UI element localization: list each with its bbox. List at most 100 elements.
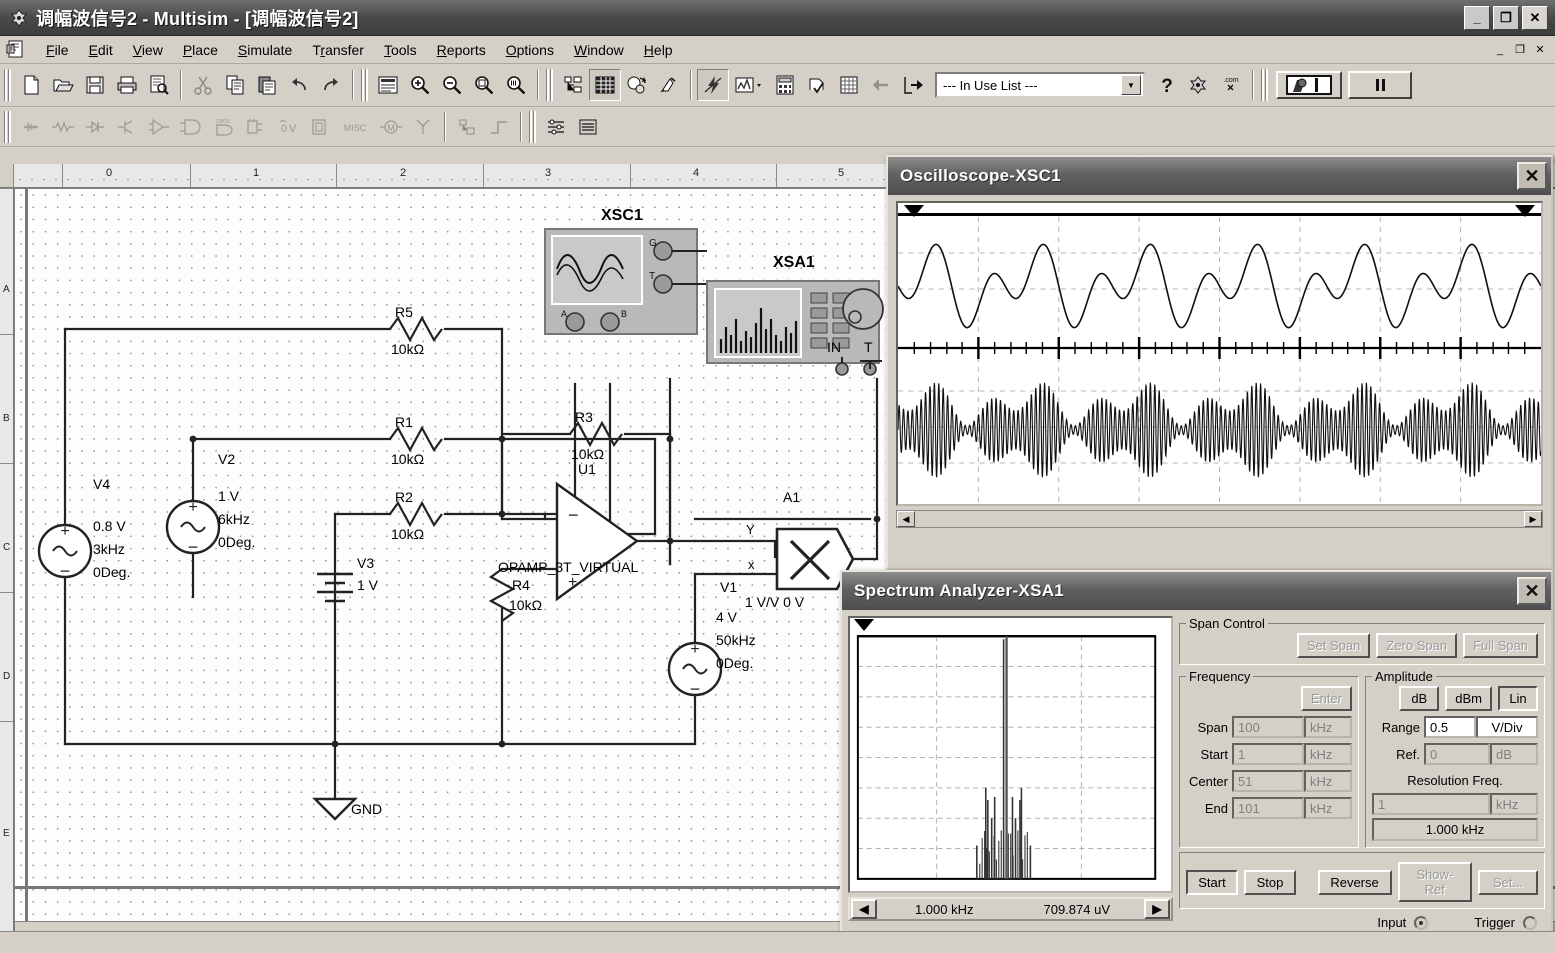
run-simulation-icon[interactable] — [1276, 71, 1342, 99]
scroll-left-icon[interactable]: ◀ — [897, 511, 915, 527]
ref-input[interactable]: 0 — [1424, 743, 1490, 765]
menu-help[interactable]: Help — [634, 39, 683, 61]
resolution-input[interactable]: 1 — [1372, 793, 1490, 815]
cursor-marker-left-icon[interactable] — [904, 205, 924, 217]
indicator-icon[interactable] — [303, 111, 335, 143]
transistor-icon[interactable] — [111, 111, 143, 143]
mixed-icon[interactable]: 0V — [271, 111, 303, 143]
set-span-button[interactable]: Set Span — [1297, 633, 1371, 658]
document-icon[interactable] — [4, 39, 28, 61]
menu-tools[interactable]: Tools — [374, 39, 427, 61]
mdi-close-button[interactable]: ✕ — [1531, 42, 1549, 58]
menu-window[interactable]: Window — [564, 39, 634, 61]
basic-icon[interactable] — [47, 111, 79, 143]
scroll-right-icon[interactable]: ▶ — [1524, 511, 1542, 527]
chevron-down-icon[interactable]: ▼ — [1121, 75, 1141, 95]
minimize-button[interactable]: _ — [1464, 6, 1490, 30]
grapher-icon[interactable] — [729, 69, 769, 101]
run-simulate-icon[interactable] — [697, 69, 729, 101]
readout-prev-icon[interactable]: ◀ — [851, 899, 877, 919]
zoom-fit-icon[interactable] — [500, 69, 532, 101]
cmos-icon[interactable]: CMOS — [207, 111, 239, 143]
readout-next-icon[interactable]: ▶ — [1144, 899, 1170, 919]
database-icon[interactable] — [621, 69, 653, 101]
undo-icon[interactable] — [283, 69, 315, 101]
design-toolbox-icon[interactable] — [557, 69, 589, 101]
instruments-panel-icon[interactable] — [572, 111, 604, 143]
capture-screen-area-icon[interactable] — [833, 69, 865, 101]
in-use-list-combo[interactable]: --- In Use List --- ▼ — [935, 72, 1145, 98]
spectrum-analyzer-window[interactable]: Spectrum Analyzer-XSA1 ✕ — [840, 570, 1553, 945]
menu-transfer[interactable]: Transfer — [302, 39, 374, 61]
range-input[interactable]: 0.5 — [1424, 716, 1476, 738]
oscilloscope-scrollbar[interactable]: ◀ ▶ — [896, 510, 1543, 528]
rf-icon[interactable] — [407, 111, 439, 143]
spectrum-close-icon[interactable]: ✕ — [1517, 577, 1547, 605]
menu-reports[interactable]: Reports — [427, 39, 496, 61]
in-use-list-icon[interactable] — [653, 69, 685, 101]
menu-file[interactable]: File — [36, 39, 79, 61]
toolbar-grip[interactable] — [4, 69, 11, 101]
spectrum-screen[interactable] — [848, 616, 1173, 893]
ttl-icon[interactable] — [175, 111, 207, 143]
electrical-rules-check-icon[interactable] — [801, 69, 833, 101]
input-terminal-icon[interactable] — [1414, 916, 1428, 930]
menu-simulate[interactable]: Simulate — [228, 39, 302, 61]
restore-button[interactable]: ❐ — [1493, 6, 1519, 30]
source-icon[interactable] — [15, 111, 47, 143]
diode-icon[interactable] — [79, 111, 111, 143]
instruments-list-icon[interactable] — [540, 111, 572, 143]
menu-edit[interactable]: Edit — [79, 39, 123, 61]
end-input[interactable]: 101 — [1232, 797, 1304, 819]
cursor-marker-right-icon[interactable] — [1515, 205, 1535, 217]
electromech-icon[interactable] — [451, 111, 483, 143]
zoom-out-icon[interactable] — [436, 69, 468, 101]
toolbar-grip[interactable] — [361, 69, 368, 101]
toolbar-grip[interactable] — [529, 111, 536, 143]
menu-place[interactable]: Place — [173, 39, 228, 61]
com-icon[interactable]: .com — [1215, 69, 1247, 101]
cut-icon[interactable] — [187, 69, 219, 101]
reverse-button[interactable]: Reverse — [1318, 870, 1392, 895]
set-button[interactable]: Set... — [1478, 870, 1538, 895]
oscilloscope-screen[interactable] — [896, 201, 1543, 506]
show-ref-button[interactable]: Show-Ref — [1398, 862, 1472, 902]
new-icon[interactable] — [15, 69, 47, 101]
menu-options[interactable]: Options — [496, 39, 564, 61]
zoom-in-icon[interactable] — [404, 69, 436, 101]
multicap-icon[interactable] — [1183, 69, 1215, 101]
mdi-minimize-button[interactable]: _ — [1491, 42, 1509, 58]
postprocessor-icon[interactable] — [769, 69, 801, 101]
help-icon[interactable]: ? — [1151, 69, 1183, 101]
copy-icon[interactable] — [219, 69, 251, 101]
open-icon[interactable] — [47, 69, 79, 101]
paste-icon[interactable] — [251, 69, 283, 101]
toolbar-grip[interactable] — [4, 111, 11, 143]
save-icon[interactable] — [79, 69, 111, 101]
center-input[interactable]: 51 — [1232, 770, 1304, 792]
analog-icon[interactable] — [143, 111, 175, 143]
db-button[interactable]: dB — [1399, 686, 1439, 711]
mdi-restore-button[interactable]: ❐ — [1511, 42, 1529, 58]
zoom-area-icon[interactable] — [468, 69, 500, 101]
zero-span-button[interactable]: Zero Span — [1376, 633, 1457, 658]
misc-digital-icon[interactable] — [239, 111, 271, 143]
start-input[interactable]: 1 — [1232, 743, 1304, 765]
print-icon[interactable] — [111, 69, 143, 101]
lin-button[interactable]: Lin — [1498, 686, 1538, 711]
spreadsheet-view-icon[interactable] — [589, 69, 621, 101]
menu-view[interactable]: View — [123, 39, 173, 61]
spectrum-cursor-marker-icon[interactable] — [854, 619, 874, 631]
ladder-icon[interactable] — [483, 111, 515, 143]
oscilloscope-close-icon[interactable]: ✕ — [1517, 162, 1547, 190]
enter-button[interactable]: Enter — [1301, 686, 1352, 711]
toolbar-grip[interactable] — [546, 69, 553, 101]
redo-icon[interactable] — [315, 69, 347, 101]
misc-icon[interactable]: MISC — [335, 111, 375, 143]
stop-button[interactable]: Stop — [1244, 870, 1296, 895]
dbm-button[interactable]: dBm — [1445, 686, 1492, 711]
power-icon[interactable]: M — [375, 111, 407, 143]
oscilloscope-window[interactable]: Oscilloscope-XSC1 ✕ — [886, 155, 1553, 570]
close-button[interactable]: ✕ — [1522, 6, 1548, 30]
print-preview-icon[interactable] — [143, 69, 175, 101]
